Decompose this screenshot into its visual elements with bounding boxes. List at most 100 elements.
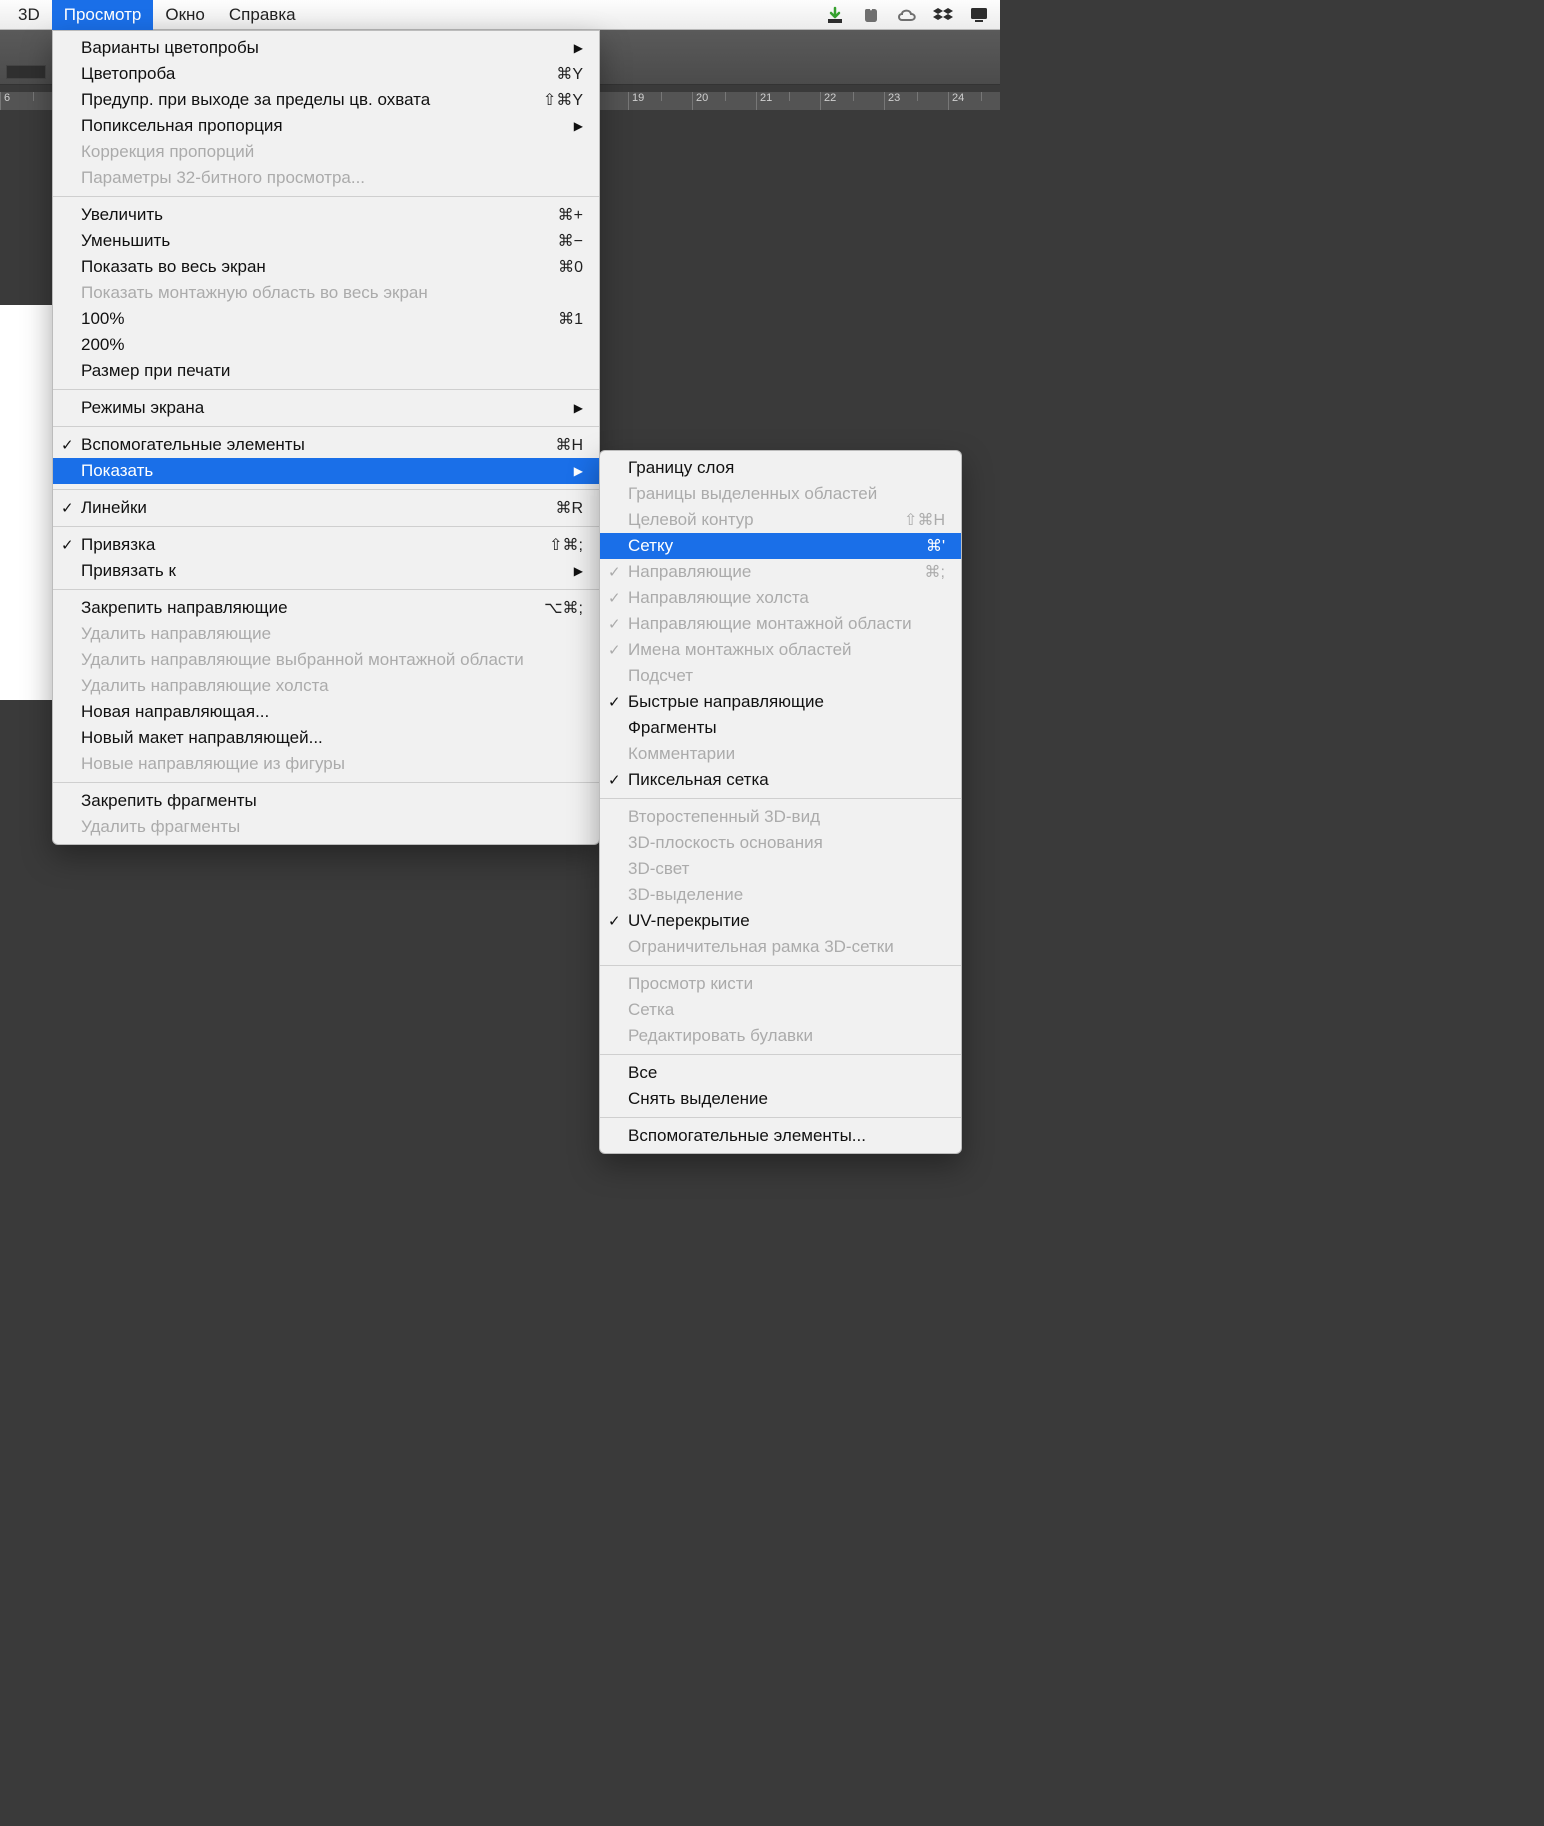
menu-separator <box>600 1117 961 1118</box>
menu-item-label: Просмотр кисти <box>628 974 945 994</box>
view-menu-item[interactable]: Предупр. при выходе за пределы цв. охват… <box>53 87 599 113</box>
view-menu-item[interactable]: 100%⌘1 <box>53 306 599 332</box>
dropbox-icon[interactable] <box>932 4 954 26</box>
menu-item-label: Быстрые направляющие <box>628 692 945 712</box>
show-submenu-item[interactable]: Все <box>600 1060 961 1086</box>
menu-item-label: Уменьшить <box>81 231 528 251</box>
menu-item-label: Показать во весь экран <box>81 257 528 277</box>
view-menu-item: Показать монтажную область во весь экран <box>53 280 599 306</box>
download-icon[interactable] <box>824 4 846 26</box>
view-menu-item[interactable]: Варианты цветопробы▶ <box>53 35 599 61</box>
view-menu-item[interactable]: Уменьшить⌘− <box>53 228 599 254</box>
view-menu-item[interactable]: Попиксельная пропорция▶ <box>53 113 599 139</box>
menu-item-label: Пиксельная сетка <box>628 770 945 790</box>
show-submenu-item[interactable]: ✓Быстрые направляющие <box>600 689 961 715</box>
view-menu-item[interactable]: Размер при печати <box>53 358 599 384</box>
chevron-right-icon: ▶ <box>544 564 583 578</box>
view-menu-item[interactable]: Привязать к▶ <box>53 558 599 584</box>
show-submenu-item: 3D-выделение <box>600 882 961 908</box>
check-icon: ✓ <box>61 436 74 454</box>
menubar-item-3d[interactable]: 3D <box>6 0 52 30</box>
view-menu-item[interactable]: Увеличить⌘+ <box>53 202 599 228</box>
show-submenu-item[interactable]: ✓UV-перекрытие <box>600 908 961 934</box>
menu-item-shortcut: ⇧⌘H <box>874 510 945 530</box>
menu-item-label: Направляющие монтажной области <box>628 614 945 634</box>
show-submenu-item[interactable]: Вспомогательные элементы... <box>600 1123 961 1149</box>
menu-separator <box>53 526 599 527</box>
menu-item-label: Вспомогательные элементы <box>81 435 525 455</box>
menu-item-label: Удалить направляющие <box>81 624 583 644</box>
show-submenu-item[interactable]: Сетку⌘' <box>600 533 961 559</box>
view-menu-item[interactable]: ✓Вспомогательные элементы⌘H <box>53 432 599 458</box>
menu-separator <box>53 489 599 490</box>
view-menu-item: Удалить направляющие <box>53 621 599 647</box>
ruler-mark: 19 <box>628 92 692 110</box>
menu-separator <box>600 965 961 966</box>
menu-item-label: Закрепить направляющие <box>81 598 514 618</box>
view-menu-item: Новые направляющие из фигуры <box>53 751 599 777</box>
view-menu-item: Коррекция пропорций <box>53 139 599 165</box>
chevron-right-icon: ▶ <box>544 119 583 133</box>
view-menu-item[interactable]: ✓ Привязка⇧⌘; <box>53 532 599 558</box>
menu-item-label: Коррекция пропорций <box>81 142 583 162</box>
menu-item-shortcut: ⌘Y <box>526 64 583 84</box>
view-menu-item[interactable]: Закрепить направляющие⌥⌘; <box>53 595 599 621</box>
view-menu-item[interactable]: ✓Линейки⌘R <box>53 495 599 521</box>
check-icon: ✓ <box>61 536 74 554</box>
view-menu-item: Параметры 32-битного просмотра... <box>53 165 599 191</box>
menubar-item-help[interactable]: Справка <box>217 0 308 30</box>
check-icon: ✓ <box>608 912 621 930</box>
menu-item-label: Ограничительная рамка 3D-сетки <box>628 937 945 957</box>
menu-item-label: Снять выделение <box>628 1089 945 1109</box>
menubar-item-view[interactable]: Просмотр <box>52 0 154 30</box>
menu-item-label: Параметры 32-битного просмотра... <box>81 168 583 188</box>
menu-item-shortcut: ⌘; <box>895 562 945 582</box>
view-menu-item: Удалить направляющие выбранной монтажной… <box>53 647 599 673</box>
menu-item-shortcut: ⇧⌘; <box>519 535 583 555</box>
menu-item-label: Удалить направляющие холста <box>81 676 583 696</box>
menu-item-label: 100% <box>81 309 528 329</box>
show-submenu-item[interactable]: Границу слоя <box>600 455 961 481</box>
menubar-item-window[interactable]: Окно <box>153 0 217 30</box>
desktop-icon[interactable] <box>968 4 990 26</box>
menu-item-label: Редактировать булавки <box>628 1026 945 1046</box>
view-menu-item[interactable]: Новый макет направляющей... <box>53 725 599 751</box>
check-icon: ✓ <box>608 641 621 659</box>
view-menu-item[interactable]: Закрепить фрагменты <box>53 788 599 814</box>
menu-item-label: Размер при печати <box>81 361 583 381</box>
view-menu-item[interactable]: 200% <box>53 332 599 358</box>
menu-item-label: Предупр. при выходе за пределы цв. охват… <box>81 90 513 110</box>
show-submenu-item[interactable]: Снять выделение <box>600 1086 961 1112</box>
show-submenu-item: Сетка <box>600 997 961 1023</box>
show-submenu-item: ✓Направляющие монтажной области <box>600 611 961 637</box>
show-submenu-item: Просмотр кисти <box>600 971 961 997</box>
view-menu-item[interactable]: Цветопроба⌘Y <box>53 61 599 87</box>
creative-cloud-icon[interactable] <box>896 4 918 26</box>
check-icon: ✓ <box>608 589 621 607</box>
menu-item-label: Закрепить фрагменты <box>81 791 583 811</box>
show-submenu-item[interactable]: ✓Пиксельная сетка <box>600 767 961 793</box>
view-menu-item[interactable]: Новая направляющая... <box>53 699 599 725</box>
menu-item-label: Границы выделенных областей <box>628 484 945 504</box>
menu-item-label: 200% <box>81 335 583 355</box>
menu-item-label: Привязка <box>81 535 519 555</box>
menu-separator <box>600 798 961 799</box>
evernote-icon[interactable] <box>860 4 882 26</box>
show-submenu-item: Целевой контур⇧⌘H <box>600 507 961 533</box>
show-submenu-item: Границы выделенных областей <box>600 481 961 507</box>
view-menu-item: Удалить направляющие холста <box>53 673 599 699</box>
ruler-mark: 22 <box>820 92 884 110</box>
show-submenu-item[interactable]: Фрагменты <box>600 715 961 741</box>
menu-item-label: Комментарии <box>628 744 945 764</box>
view-menu-item[interactable]: Режимы экрана▶ <box>53 395 599 421</box>
menu-item-shortcut: ⇧⌘Y <box>513 90 583 110</box>
menu-item-label: Цветопроба <box>81 64 526 84</box>
menu-item-label: Сетку <box>628 536 896 556</box>
view-menu-item[interactable]: Показать во весь экран⌘0 <box>53 254 599 280</box>
menu-separator <box>53 426 599 427</box>
menu-separator <box>53 589 599 590</box>
document-tab[interactable] <box>6 65 46 79</box>
view-menu: Варианты цветопробы▶Цветопроба⌘YПредупр.… <box>52 30 600 845</box>
menu-item-label: Новые направляющие из фигуры <box>81 754 583 774</box>
view-menu-item[interactable]: Показать▶ <box>53 458 599 484</box>
